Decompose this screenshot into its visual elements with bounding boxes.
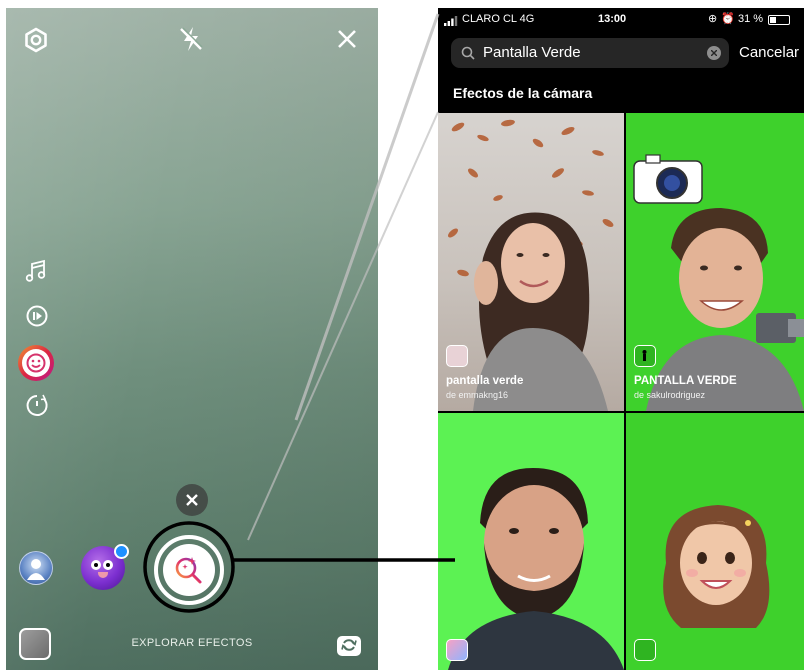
battery-icon	[768, 15, 790, 25]
effects-search-screen: CLARO CL 4G 13:00 ⊕ ⏰ 31 % Pantalla Verd…	[438, 8, 804, 670]
effect-thumbnail-character[interactable]	[81, 544, 129, 590]
effect-search-button[interactable]	[154, 535, 224, 605]
alarm-icon: ⏰	[721, 13, 735, 25]
memoji-image	[663, 505, 770, 628]
lock-rotation-icon: ⊕	[708, 13, 718, 25]
new-dot-icon	[114, 544, 129, 559]
close-icon[interactable]	[334, 26, 360, 52]
boomerang-icon[interactable]	[24, 303, 50, 329]
clear-search-icon[interactable]	[707, 46, 721, 60]
music-icon[interactable]	[24, 258, 50, 284]
settings-icon[interactable]	[22, 26, 50, 54]
effect-creator-avatar	[634, 345, 656, 367]
effect-tile-4[interactable]	[626, 413, 804, 670]
effect-creator-avatar	[446, 639, 468, 661]
effect-name: pantalla verde	[446, 375, 524, 387]
effect-thumbnail-person[interactable]	[19, 551, 53, 585]
timer-icon[interactable]	[24, 392, 50, 418]
effect-name: PANTALLA VERDE	[634, 375, 737, 387]
effect-author: de emmakng16	[446, 390, 509, 400]
face-effect-icon[interactable]	[18, 345, 54, 381]
explore-effects-label[interactable]: EXPLORAR EFECTOS	[6, 637, 378, 649]
search-icon	[461, 46, 475, 60]
flash-off-icon[interactable]	[176, 24, 206, 54]
effect-tile-2[interactable]: PANTALLA VERDE de sakulrodriguez	[626, 113, 804, 411]
effect-search-icon	[175, 557, 202, 584]
section-title: Efectos de la cámara	[453, 85, 593, 101]
dismiss-icon[interactable]	[176, 484, 208, 516]
flip-camera-icon[interactable]	[334, 630, 364, 660]
camera-screen: EXPLORAR EFECTOS	[6, 8, 378, 670]
butterflies-image	[448, 119, 614, 411]
clock: 13:00	[598, 13, 627, 25]
battery-percent: 31 %	[738, 13, 764, 25]
effect-tile-3[interactable]	[438, 413, 624, 670]
search-input[interactable]: Pantalla Verde	[451, 38, 729, 68]
search-query: Pantalla Verde	[483, 44, 581, 61]
cancel-button[interactable]: Cancelar	[739, 38, 799, 68]
status-bar: CLARO CL 4G 13:00 ⊕ ⏰ 31 %	[438, 8, 804, 32]
effect-tile-1[interactable]: pantalla verde de emmakng16	[438, 113, 624, 411]
signal-icon	[444, 16, 458, 26]
search-row: Pantalla Verde Cancelar	[438, 34, 804, 74]
green-screen-image	[448, 468, 624, 670]
carrier-label: CLARO CL 4G	[462, 13, 535, 25]
effect-author: de sakulrodriguez	[634, 390, 706, 400]
effect-creator-avatar	[446, 345, 468, 367]
effect-creator-avatar	[634, 639, 656, 661]
